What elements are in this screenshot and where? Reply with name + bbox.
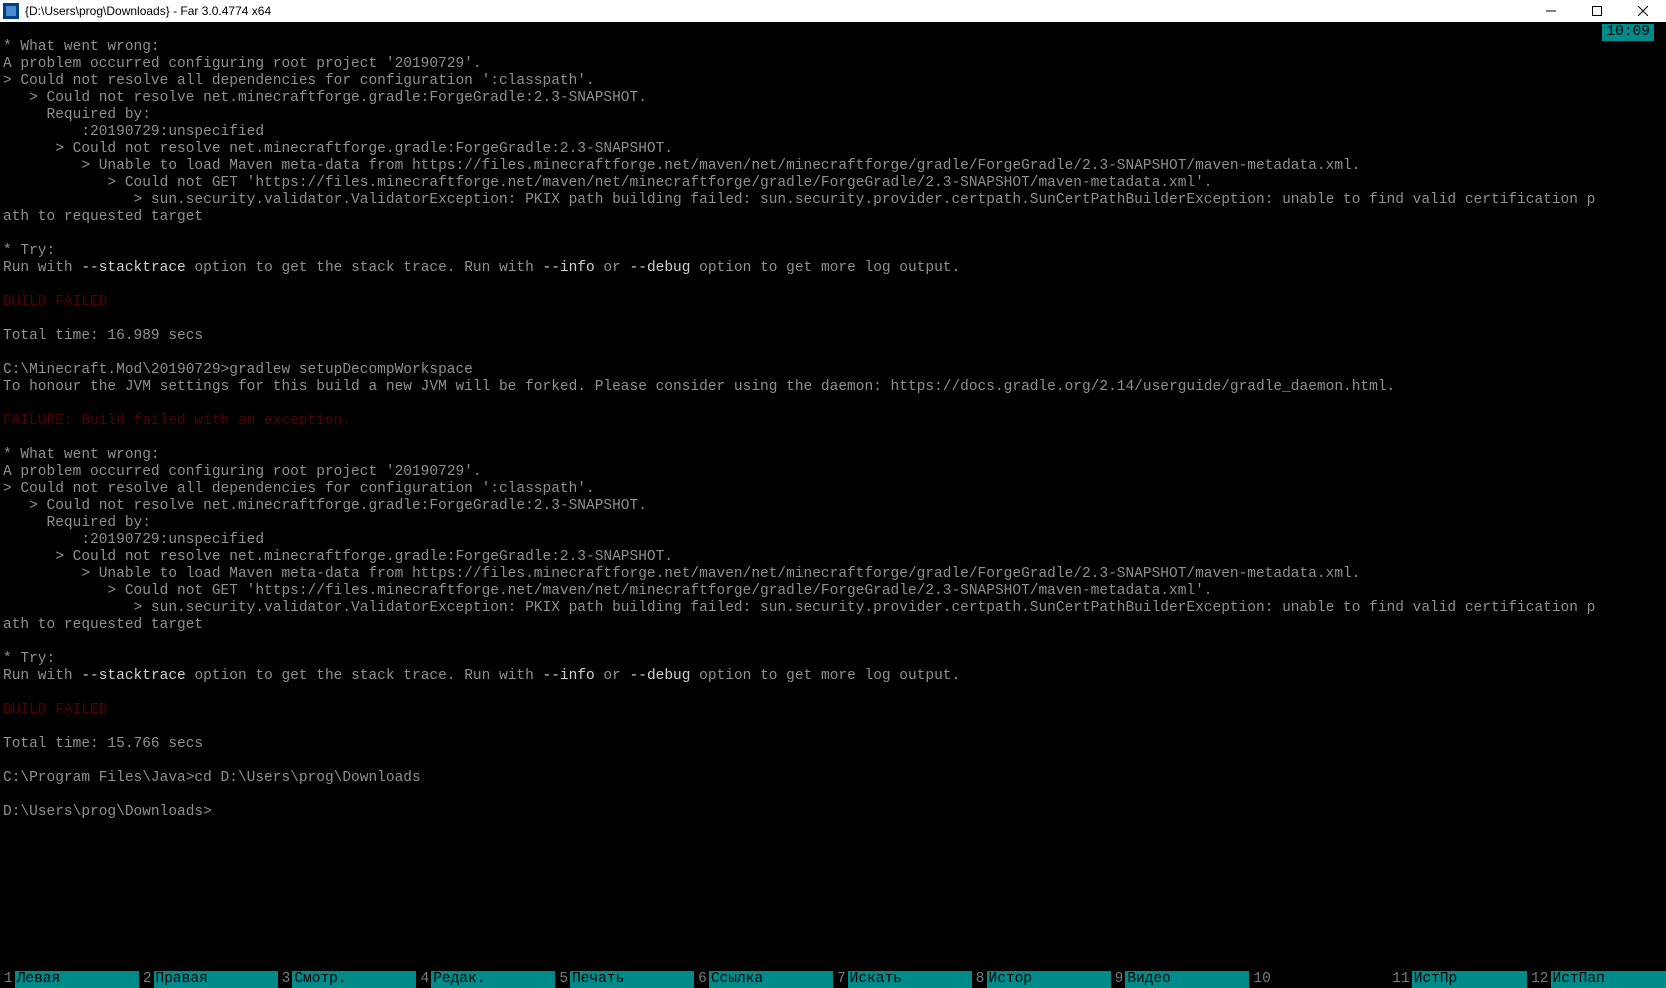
fkey-6[interactable]: 6Ссылка <box>694 970 833 988</box>
fkey-label: Истор <box>987 971 1111 988</box>
fkey-number: 2 <box>139 971 154 988</box>
console-line: Total time: 16.989 secs <box>3 328 1663 345</box>
console-line <box>3 226 1663 243</box>
fkey-number: 12 <box>1527 971 1550 988</box>
fkey-label: Искать <box>848 971 972 988</box>
console-line <box>3 787 1663 804</box>
app-icon <box>3 3 19 19</box>
fkey-9[interactable]: 9Видео <box>1111 970 1250 988</box>
fkey-label: Видео <box>1125 971 1249 988</box>
console-line: To honour the JVM settings for this buil… <box>3 379 1663 396</box>
console-line <box>3 634 1663 651</box>
fkey-1[interactable]: 1Левая <box>0 970 139 988</box>
console-line: > sun.security.validator.ValidatorExcept… <box>3 600 1663 617</box>
console-line: BUILD FAILED <box>3 702 1663 719</box>
fkey-number: 8 <box>972 971 987 988</box>
console-line: > Unable to load Maven meta-data from ht… <box>3 158 1663 175</box>
fkey-2[interactable]: 2Правая <box>139 970 278 988</box>
fkey-7[interactable]: 7Искать <box>833 970 972 988</box>
console-line <box>3 277 1663 294</box>
console-line: BUILD FAILED <box>3 294 1663 311</box>
console-line: > Could not resolve net.minecraftforge.g… <box>3 549 1663 566</box>
console-line: > Could not resolve net.minecraftforge.g… <box>3 141 1663 158</box>
console-line <box>3 22 1663 39</box>
console-line: Run with --stacktrace option to get the … <box>3 260 1663 277</box>
fkey-number: 4 <box>416 971 431 988</box>
console-output[interactable]: 10:09 * What went wrong:A problem occurr… <box>0 22 1666 970</box>
fkey-4[interactable]: 4Редак. <box>416 970 555 988</box>
window-title: {D:\Users\prog\Downloads} - Far 3.0.4774… <box>25 3 1528 20</box>
console-line: * Try: <box>3 651 1663 668</box>
console-line <box>3 396 1663 413</box>
console-line: D:\Users\prog\Downloads> <box>3 804 1663 821</box>
console-line: :20190729:unspecified <box>3 124 1663 141</box>
console-line: > Could not resolve all dependencies for… <box>3 73 1663 90</box>
fkey-label: Ссылка <box>709 971 833 988</box>
fkey-label: Печать <box>570 971 694 988</box>
fkey-number: 9 <box>1111 971 1126 988</box>
console-line: > Unable to load Maven meta-data from ht… <box>3 566 1663 583</box>
console-line: > Could not GET 'https://files.minecraft… <box>3 175 1663 192</box>
console-line: > Could not GET 'https://files.minecraft… <box>3 583 1663 600</box>
fkey-number: 1 <box>0 971 15 988</box>
fkey-label: ИстПр <box>1412 971 1527 988</box>
console-line: * What went wrong: <box>3 447 1663 464</box>
close-button[interactable] <box>1620 0 1666 22</box>
console-line: * Try: <box>3 243 1663 260</box>
console-line: Required by: <box>3 107 1663 124</box>
fkey-number: 3 <box>278 971 293 988</box>
console-line: > sun.security.validator.ValidatorExcept… <box>3 192 1663 209</box>
fkey-3[interactable]: 3Смотр. <box>278 970 417 988</box>
console-line: C:\Program Files\Java>cd D:\Users\prog\D… <box>3 770 1663 787</box>
fkey-number: 6 <box>694 971 709 988</box>
fkey-12[interactable]: 12ИстПап <box>1527 970 1666 988</box>
fkey-number: 7 <box>833 971 848 988</box>
fkey-label: Правая <box>154 971 278 988</box>
console-line <box>3 685 1663 702</box>
console-line <box>3 753 1663 770</box>
window-titlebar: {D:\Users\prog\Downloads} - Far 3.0.4774… <box>0 0 1666 22</box>
console-line: A problem occurred configuring root proj… <box>3 56 1663 73</box>
maximize-button[interactable] <box>1574 0 1620 22</box>
fkey-5[interactable]: 5Печать <box>555 970 694 988</box>
console-line <box>3 345 1663 362</box>
console-line <box>3 430 1663 447</box>
console-line: A problem occurred configuring root proj… <box>3 464 1663 481</box>
console-line: :20190729:unspecified <box>3 532 1663 549</box>
console-line: > Could not resolve net.minecraftforge.g… <box>3 90 1663 107</box>
clock: 10:09 <box>1602 24 1654 41</box>
console-line: Required by: <box>3 515 1663 532</box>
console-line: Total time: 15.766 secs <box>3 736 1663 753</box>
console-line: > Could not resolve all dependencies for… <box>3 481 1663 498</box>
minimize-button[interactable] <box>1528 0 1574 22</box>
console-line: ath to requested target <box>3 617 1663 634</box>
console-line <box>3 719 1663 736</box>
console-line: * What went wrong: <box>3 39 1663 56</box>
fkey-number: 11 <box>1388 971 1411 988</box>
fkey-label: Редак. <box>431 971 555 988</box>
console-line: ath to requested target <box>3 209 1663 226</box>
function-key-bar: 1Левая 2Правая3Смотр.4Редак.5Печать6Ссыл… <box>0 970 1666 988</box>
console-line: Run with --stacktrace option to get the … <box>3 668 1663 685</box>
console-line: > Could not resolve net.minecraftforge.g… <box>3 498 1663 515</box>
fkey-label: Левая <box>15 971 139 988</box>
fkey-number: 5 <box>555 971 570 988</box>
fkey-11[interactable]: 11ИстПр <box>1388 970 1527 988</box>
console-line <box>3 311 1663 328</box>
fkey-label: Смотр. <box>292 971 416 988</box>
fkey-number: 10 <box>1249 971 1272 988</box>
fkey-10[interactable]: 10 <box>1249 970 1388 988</box>
fkey-8[interactable]: 8Истор <box>972 970 1111 988</box>
console-line: C:\Minecraft.Mod\20190729>gradlew setupD… <box>3 362 1663 379</box>
fkey-label: ИстПап <box>1551 971 1666 988</box>
console-line: FAILURE: Build failed with an exception. <box>3 413 1663 430</box>
